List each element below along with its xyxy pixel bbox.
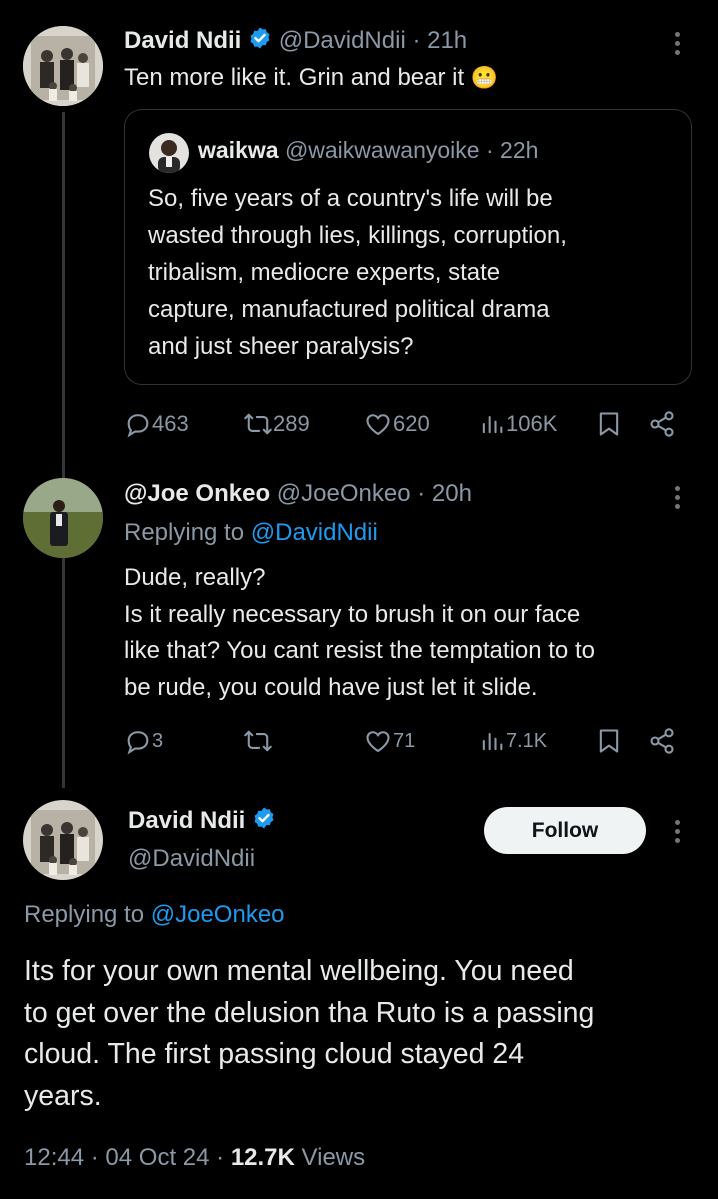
quoted-header: waikwa @waikwawanyoike · 22h xyxy=(198,137,538,164)
repost-icon xyxy=(243,410,273,438)
quoted-author-handle: @waikwawanyoike xyxy=(284,137,480,163)
author-handle[interactable]: @JoeOnkeo xyxy=(277,480,411,507)
like-count: 620 xyxy=(393,411,430,436)
thread-line xyxy=(62,112,65,788)
avatar-david-ndii[interactable] xyxy=(23,800,103,880)
quoted-tweet[interactable]: waikwa @waikwawanyoike · 22h So, five ye… xyxy=(124,109,692,385)
like-count: 71 xyxy=(393,729,416,752)
tweet-text-line: Is it really necessary to brush it on ou… xyxy=(124,600,581,628)
views-label: Views xyxy=(301,1144,366,1171)
share-icon xyxy=(648,727,676,755)
grimacing-emoji: 😬 xyxy=(470,65,499,90)
tweet-text-line: cloud. The first passing cloud stayed 24 xyxy=(24,1038,525,1070)
tweet-time[interactable]: · 21h xyxy=(412,27,467,54)
views-button[interactable]: 7.1K xyxy=(478,727,547,755)
repost-button[interactable] xyxy=(243,727,273,755)
tweet-text-line: be rude, you could have just let it slid… xyxy=(124,673,538,701)
quoted-text: So, five years of a country's life will … xyxy=(148,180,567,365)
meta-separator: · xyxy=(216,1144,225,1171)
follow-button[interactable]: Follow xyxy=(484,807,646,854)
bookmark-button[interactable] xyxy=(596,410,622,438)
tweet-text-line: years. xyxy=(24,1079,102,1112)
author-name[interactable]: @Joe Onkeo xyxy=(124,480,270,507)
views-icon xyxy=(478,727,506,755)
reply-icon xyxy=(124,410,152,438)
avatar-waikwa[interactable] xyxy=(149,133,189,173)
author-handle[interactable]: @DavidNdii xyxy=(279,27,406,54)
quoted-author-name: waikwa xyxy=(198,137,279,163)
tweet-header: @Joe Onkeo @JoeOnkeo · 20h xyxy=(124,480,472,508)
like-button[interactable]: 71 xyxy=(363,727,415,755)
tweet-date[interactable]: 04 Oct 24 xyxy=(105,1144,209,1171)
tweet-text-line: Dude, really? xyxy=(124,564,266,591)
share-icon xyxy=(648,410,676,438)
repost-icon xyxy=(243,727,273,755)
more-options-icon[interactable] xyxy=(675,820,683,847)
more-options-icon[interactable] xyxy=(675,486,683,513)
quoted-text-line: and just sheer paralysis? xyxy=(148,333,414,360)
quoted-text-line: wasted through lies, killings, corruptio… xyxy=(148,222,567,249)
tweet-time[interactable]: · 20h xyxy=(417,480,472,507)
author-block: David Ndii @DavidNdii xyxy=(128,806,276,873)
meta-separator: · xyxy=(90,1144,99,1171)
repost-count: 289 xyxy=(273,411,310,436)
reply-count: 463 xyxy=(152,411,189,436)
quoted-text-line: So, five years of a country's life will … xyxy=(148,185,553,212)
quoted-text-line: tribalism, mediocre experts, state xyxy=(148,259,501,286)
author-name[interactable]: David Ndii xyxy=(128,807,245,834)
tweet-text: Dude, really? Is it really necessary to … xyxy=(124,560,595,706)
share-button[interactable] xyxy=(648,727,676,755)
reply-count: 3 xyxy=(152,729,164,752)
bookmark-button[interactable] xyxy=(596,727,622,755)
bookmark-icon xyxy=(596,410,622,438)
reply-icon xyxy=(124,727,152,755)
quoted-time: · 22h xyxy=(485,137,539,163)
views-count: 7.1K xyxy=(506,729,548,752)
replying-to-label: Replying to xyxy=(24,901,145,928)
reply-button[interactable]: 3 xyxy=(124,727,163,755)
like-button[interactable]: 620 xyxy=(363,410,430,438)
replying-to-label: Replying to xyxy=(124,519,245,546)
replying-to-link[interactable]: @JoeOnkeo xyxy=(151,901,285,928)
verified-badge-icon xyxy=(248,26,272,57)
share-button[interactable] xyxy=(648,410,676,438)
tweet-text: Its for your own mental wellbeing. You n… xyxy=(24,951,594,1117)
tweet-header: David Ndii @DavidNdii · 21h xyxy=(124,26,467,57)
author-handle[interactable]: @DavidNdii xyxy=(128,845,276,873)
tweet-text-content: Ten more like it. Grin and bear it xyxy=(124,64,465,91)
more-options-icon[interactable] xyxy=(675,32,683,59)
author-name[interactable]: David Ndii xyxy=(124,27,241,54)
heart-icon xyxy=(363,410,393,438)
views-count: 12.7K xyxy=(230,1144,295,1171)
avatar-joe-onkeo[interactable] xyxy=(23,478,103,558)
replying-to: Replying to @JoeOnkeo xyxy=(24,901,285,929)
bookmark-icon xyxy=(596,727,622,755)
tweet-text: Ten more like it. Grin and bear it 😬 xyxy=(124,64,498,92)
views-button[interactable]: 106K xyxy=(478,410,557,438)
views-count: 106K xyxy=(506,411,558,436)
reply-button[interactable]: 463 xyxy=(124,410,189,438)
replying-to-link[interactable]: @DavidNdii xyxy=(251,519,378,546)
repost-button[interactable]: 289 xyxy=(243,410,310,438)
verified-badge-icon xyxy=(252,806,276,837)
avatar-david-ndii[interactable] xyxy=(23,26,103,106)
views-icon xyxy=(478,410,506,438)
heart-icon xyxy=(363,727,393,755)
quoted-text-line: capture, manufactured political drama xyxy=(148,296,550,323)
tweet-text-line: to get over the delusion tha Ruto is a p… xyxy=(24,996,595,1029)
tweet-meta: 12:44 · 04 Oct 24 · 12.7K Views xyxy=(24,1144,365,1172)
replying-to: Replying to @DavidNdii xyxy=(124,519,378,547)
tweet-time[interactable]: 12:44 xyxy=(24,1144,84,1171)
tweet-text-line: Its for your own mental wellbeing. You n… xyxy=(24,955,574,987)
tweet-text-line: like that? You cant resist the temptatio… xyxy=(124,637,595,664)
